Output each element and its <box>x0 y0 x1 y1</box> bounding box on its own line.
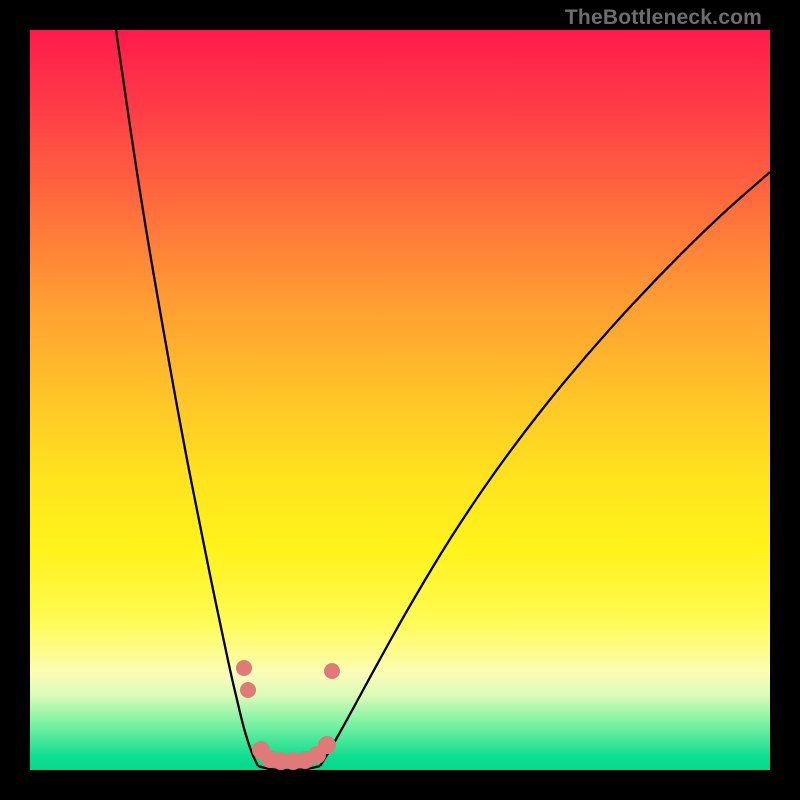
valley-marker-dot <box>240 682 256 698</box>
valley-marker-dot <box>236 660 252 676</box>
chart-plot-area <box>30 30 770 770</box>
curve-left-branch <box>116 30 258 766</box>
valley-marker-dot <box>318 736 336 754</box>
valley-marker-dot <box>324 663 340 679</box>
watermark-text: TheBottleneck.com <box>565 6 762 30</box>
curve-right-branch <box>320 172 770 766</box>
bottleneck-curve <box>30 30 770 770</box>
